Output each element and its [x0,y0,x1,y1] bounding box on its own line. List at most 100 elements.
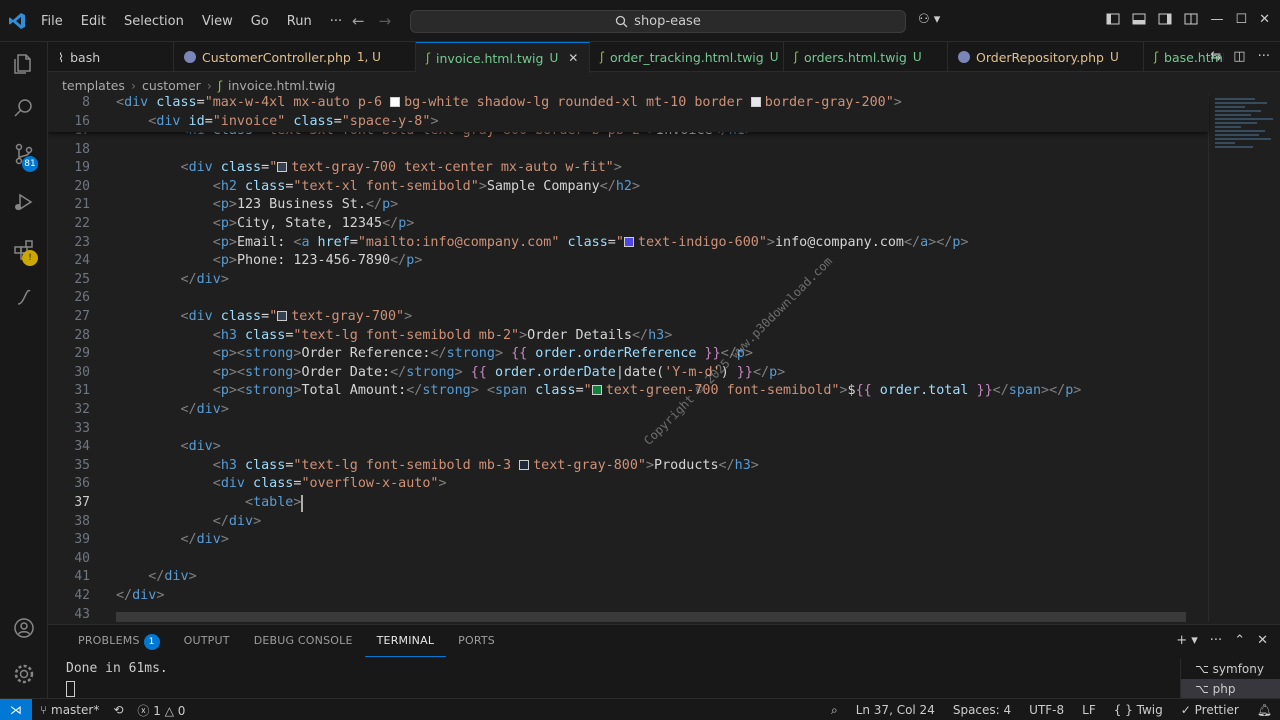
menu-go[interactable]: Go [242,14,278,29]
code-line[interactable]: 38 </div> [48,513,1198,532]
line-number[interactable]: 34 [48,438,90,457]
code-line[interactable]: 35 <h3 class="text-lg font-semibold mb-3… [48,457,1198,476]
more-actions-icon[interactable]: ··· [1258,49,1270,64]
code-line[interactable]: 41 </div> [48,568,1198,587]
code-line[interactable]: 40 [48,550,1198,569]
code-line[interactable]: 20 <h2 class="text-xl font-semibold">Sam… [48,178,1198,197]
branch-indicator[interactable]: ⑂ master* [40,703,99,717]
zoom-icon[interactable]: ⌕ [831,703,838,718]
line-number[interactable]: 40 [48,550,90,569]
code-line[interactable]: 26 [48,289,1198,308]
terminal-cursor[interactable] [66,681,75,697]
line-number[interactable]: 18 [48,141,90,160]
code-line[interactable]: 22 <p>City, State, 12345</p> [48,215,1198,234]
tab-invoice-twig[interactable]: ʃ invoice.html.twig U ✕ [416,42,590,73]
code-line[interactable]: 32 </div> [48,401,1198,420]
tab-orders-twig[interactable]: ʃ orders.html.twig U [784,42,948,72]
forward-arrow-icon[interactable]: → [379,12,392,30]
code-line[interactable]: 36 <div class="overflow-x-auto"> [48,475,1198,494]
code-line[interactable]: 30 <p><strong>Order Date:</strong> {{ or… [48,364,1198,383]
menu-edit[interactable]: Edit [72,14,115,29]
split-editor-icon[interactable]: ◫ [1233,49,1245,64]
sync-icon[interactable]: ⟲ [113,703,123,717]
cursor-position[interactable]: Ln 37, Col 24 [856,703,935,717]
toggle-secondary-sidebar-icon[interactable] [1158,12,1172,26]
copilot-icon[interactable]: ⚇ ▾ [918,12,940,27]
breadcrumb-item[interactable]: customer [142,78,201,93]
maximize-panel-icon[interactable]: ⌃ [1234,633,1245,648]
code-line[interactable]: 16 <div id="invoice" class="space-y-8"> [48,113,1198,132]
line-number[interactable]: 32 [48,401,90,420]
line-number[interactable]: 29 [48,345,90,364]
command-center-search[interactable]: shop-ease [410,10,906,33]
new-terminal-icon[interactable]: + ▾ [1176,633,1198,648]
menu-more[interactable]: ··· [321,14,351,29]
line-number[interactable]: 20 [48,178,90,197]
menu-view[interactable]: View [193,14,242,29]
indentation[interactable]: Spaces: 4 [953,703,1011,717]
line-number[interactable]: 38 [48,513,90,532]
minimize-icon[interactable]: — [1210,12,1223,27]
more-actions-icon[interactable]: ··· [1210,633,1222,648]
line-number[interactable]: 25 [48,271,90,290]
maximize-icon[interactable]: ☐ [1235,12,1247,27]
horizontal-scrollbar[interactable] [116,612,1186,622]
tab-output[interactable]: OUTPUT [172,625,242,657]
line-number[interactable]: 41 [48,568,90,587]
notifications-bell-icon[interactable]: 🔔︎ [1257,703,1272,717]
line-number[interactable]: 37 [48,494,90,513]
tab-order-tracking-twig[interactable]: ʃ order_tracking.html.twig U [590,42,784,72]
code-line[interactable]: 8 <div class="max-w-4xl mx-auto p-6 bg-wh… [48,94,1198,113]
menu-file[interactable]: File [32,14,72,29]
code-editor[interactable]: 17 <h1 class="text-3xl font-bold text-gr… [48,94,1280,622]
line-number[interactable]: 35 [48,457,90,476]
remote-indicator-icon[interactable]: ⋊ [0,699,32,720]
code-line[interactable]: 18 [48,141,1198,160]
toggle-panel-icon[interactable] [1132,12,1146,26]
breadcrumb-item[interactable]: invoice.html.twig [228,78,335,93]
language-mode[interactable]: { } Twig [1114,703,1163,717]
tab-terminal[interactable]: TERMINAL [364,625,447,657]
line-ending[interactable]: LF [1082,703,1096,717]
line-number[interactable]: 33 [48,420,90,439]
menu-run[interactable]: Run [278,14,321,29]
close-window-icon[interactable]: ✕ [1259,12,1270,27]
code-line[interactable]: 28 <h3 class="text-lg font-semibold mb-2… [48,327,1198,346]
line-number[interactable]: 28 [48,327,90,346]
back-arrow-icon[interactable]: ← [352,12,365,30]
code-line[interactable]: 42 </div> [48,587,1198,606]
code-line[interactable]: 21 <p>123 Business St.</p> [48,196,1198,215]
settings-gear-icon[interactable] [12,662,36,686]
minimap[interactable] [1208,94,1280,622]
line-number[interactable]: 24 [48,252,90,271]
line-number[interactable]: 19 [48,159,90,178]
tab-customer-controller[interactable]: CustomerController.php 1, U [174,42,416,72]
code-line[interactable]: 37 <table> [48,494,1198,513]
compare-icon[interactable]: ⇆ [1210,49,1221,64]
formatter[interactable]: ✓ Prettier [1181,703,1239,717]
line-number[interactable]: 27 [48,308,90,327]
line-number[interactable]: 23 [48,234,90,253]
line-number[interactable]: 8 [48,94,90,113]
line-number[interactable]: 42 [48,587,90,606]
encoding[interactable]: UTF-8 [1029,703,1064,717]
tab-problems[interactable]: PROBLEMS 1 [66,625,172,657]
line-number[interactable]: 21 [48,196,90,215]
customize-layout-icon[interactable] [1184,12,1198,26]
code-line[interactable]: 31 <p><strong>Total Amount:</strong> <sp… [48,382,1198,401]
code-line[interactable]: 34 <div> [48,438,1198,457]
search-icon[interactable] [12,96,36,120]
terminal-item-symfony[interactable]: ⌥ symfony [1181,659,1280,679]
code-line[interactable]: 25 </div> [48,271,1198,290]
line-number[interactable]: 26 [48,289,90,308]
explorer-icon[interactable] [12,52,36,76]
account-icon[interactable] [12,616,36,640]
line-number[interactable]: 43 [48,606,90,622]
tab-debug-console[interactable]: DEBUG CONSOLE [242,625,365,657]
symfony-icon[interactable] [12,286,36,310]
breadcrumb-item[interactable]: templates [62,78,125,93]
close-panel-icon[interactable]: ✕ [1257,633,1268,648]
terminal-item-php[interactable]: ⌥ php [1181,679,1280,699]
problems-indicator[interactable]: ⓧ 1 △ 0 [137,702,185,719]
code-line[interactable]: 39 </div> [48,531,1198,550]
